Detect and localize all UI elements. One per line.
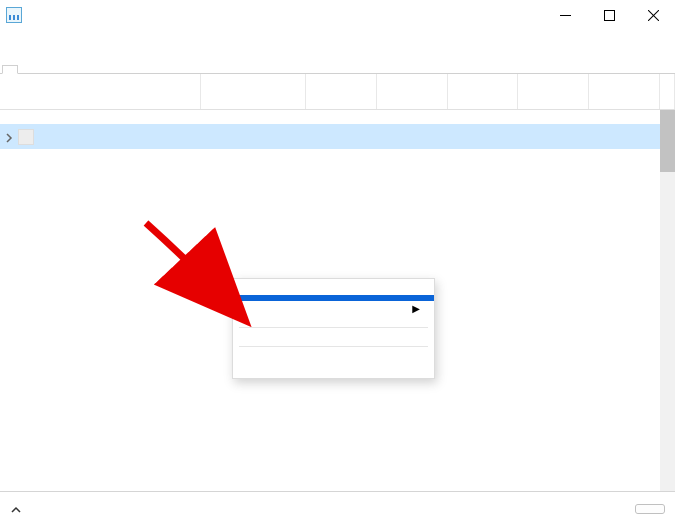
- end-task-button[interactable]: [635, 504, 665, 514]
- window-controls: [543, 0, 675, 30]
- col-status[interactable]: [201, 74, 306, 109]
- app-icon: [6, 7, 22, 23]
- col-memory[interactable]: [377, 74, 448, 109]
- tab-users[interactable]: [60, 66, 74, 73]
- close-button[interactable]: [631, 0, 675, 30]
- col-gpu-engine[interactable]: [660, 74, 675, 109]
- process-list-area: ▶: [0, 110, 675, 515]
- maximize-button[interactable]: [587, 0, 631, 30]
- group-background[interactable]: [0, 149, 660, 163]
- tab-app-history[interactable]: [32, 66, 46, 73]
- context-menu: ▶: [232, 278, 435, 379]
- menu-bar: [0, 30, 675, 50]
- tab-performance[interactable]: [18, 66, 32, 73]
- col-network[interactable]: [518, 74, 589, 109]
- tab-startup[interactable]: [46, 66, 60, 73]
- tab-processes[interactable]: [2, 65, 18, 74]
- chevron-right-icon: ▶: [412, 304, 420, 315]
- ctx-provide-feedback[interactable]: [233, 318, 434, 324]
- tab-details[interactable]: [74, 66, 88, 73]
- ctx-resource-values[interactable]: ▶: [233, 301, 434, 318]
- col-disk[interactable]: [448, 74, 519, 109]
- title-bar: [0, 0, 675, 30]
- col-cpu[interactable]: [306, 74, 377, 109]
- minimize-button[interactable]: [543, 0, 587, 30]
- ctx-create-dump: [233, 337, 434, 343]
- col-gpu[interactable]: [589, 74, 660, 109]
- col-name[interactable]: [0, 74, 201, 109]
- column-headers: [0, 74, 675, 110]
- process-icon: [18, 129, 34, 145]
- chevron-right-icon[interactable]: [4, 132, 14, 142]
- vertical-scrollbar[interactable]: [660, 110, 675, 497]
- ctx-separator: [239, 346, 428, 347]
- chevron-up-icon[interactable]: [10, 503, 22, 515]
- row-ferdi[interactable]: [0, 124, 660, 149]
- group-apps[interactable]: [0, 110, 660, 124]
- tab-strip: [0, 50, 675, 74]
- ctx-properties: [233, 368, 434, 374]
- vertical-scroll-thumb[interactable]: [660, 110, 675, 172]
- tab-services[interactable]: [88, 66, 102, 73]
- footer: [0, 491, 675, 525]
- ctx-separator: [239, 327, 428, 328]
